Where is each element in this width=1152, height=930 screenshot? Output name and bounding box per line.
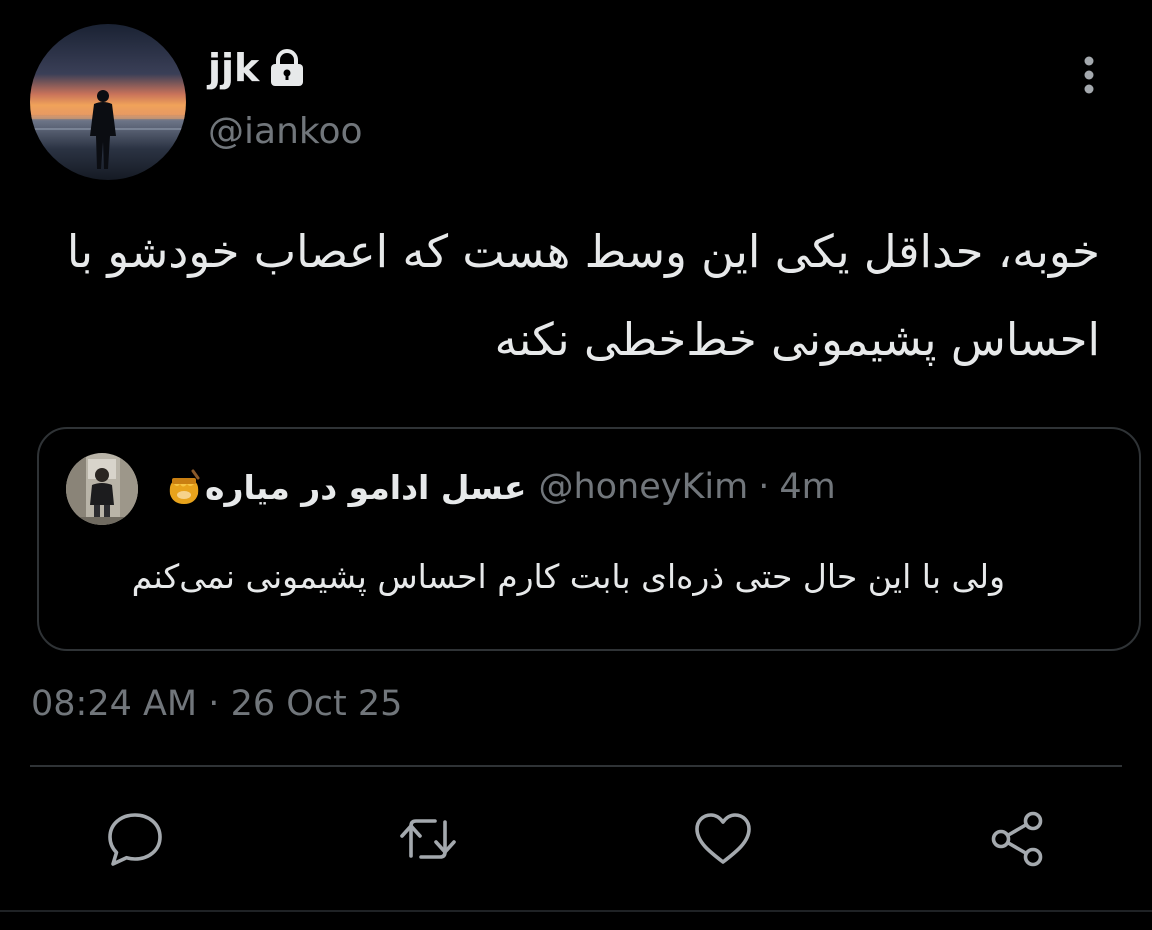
reply-button[interactable] — [104, 808, 166, 870]
author-display-name[interactable]: jjk — [208, 49, 259, 87]
reply-icon — [104, 808, 166, 870]
quoted-tweet-time: 4m — [779, 467, 836, 507]
divider — [30, 765, 1122, 767]
retweet-button[interactable] — [397, 808, 459, 870]
quoted-author-avatar[interactable] — [66, 453, 138, 525]
share-button[interactable] — [987, 808, 1049, 870]
tweet-time[interactable]: 08:24 AM — [31, 684, 197, 724]
tweet-text: خوبه، حداقل یکی این وسط هست که اعصاب خود… — [66, 225, 1100, 366]
like-button[interactable] — [692, 808, 754, 870]
tweet-date[interactable]: 26 Oct 25 — [231, 684, 403, 724]
author-name-row: jjk — [208, 40, 309, 96]
bottom-divider — [0, 910, 1152, 912]
lock-icon — [265, 46, 309, 90]
quoted-author-handle[interactable]: @honeyKim — [538, 467, 748, 507]
quoted-author-name[interactable]: عسل ادامو در میاره — [205, 468, 526, 507]
quoted-tweet-header: عسل ادامو در میاره @honeyKim · 4m — [165, 459, 836, 515]
honey-pot-icon — [165, 468, 203, 506]
more-options-icon[interactable] — [1072, 52, 1106, 98]
author-handle[interactable]: @iankoo — [208, 110, 363, 153]
share-icon — [987, 808, 1049, 870]
author-avatar[interactable] — [30, 24, 186, 180]
retweet-icon — [397, 808, 459, 870]
heart-icon — [692, 808, 754, 870]
quoted-tweet-text: ولی با این حال حتی ذره‌ای بابت کارم احسا… — [131, 557, 1005, 596]
timestamp-separator: · — [208, 684, 220, 724]
quoted-time-separator: · — [758, 467, 770, 507]
tweet-timestamp-row: 08:24 AM · 26 Oct 25 — [31, 684, 402, 724]
quoted-tweet-card[interactable]: عسل ادامو در میاره @honeyKim · 4m ولی با… — [37, 427, 1141, 651]
